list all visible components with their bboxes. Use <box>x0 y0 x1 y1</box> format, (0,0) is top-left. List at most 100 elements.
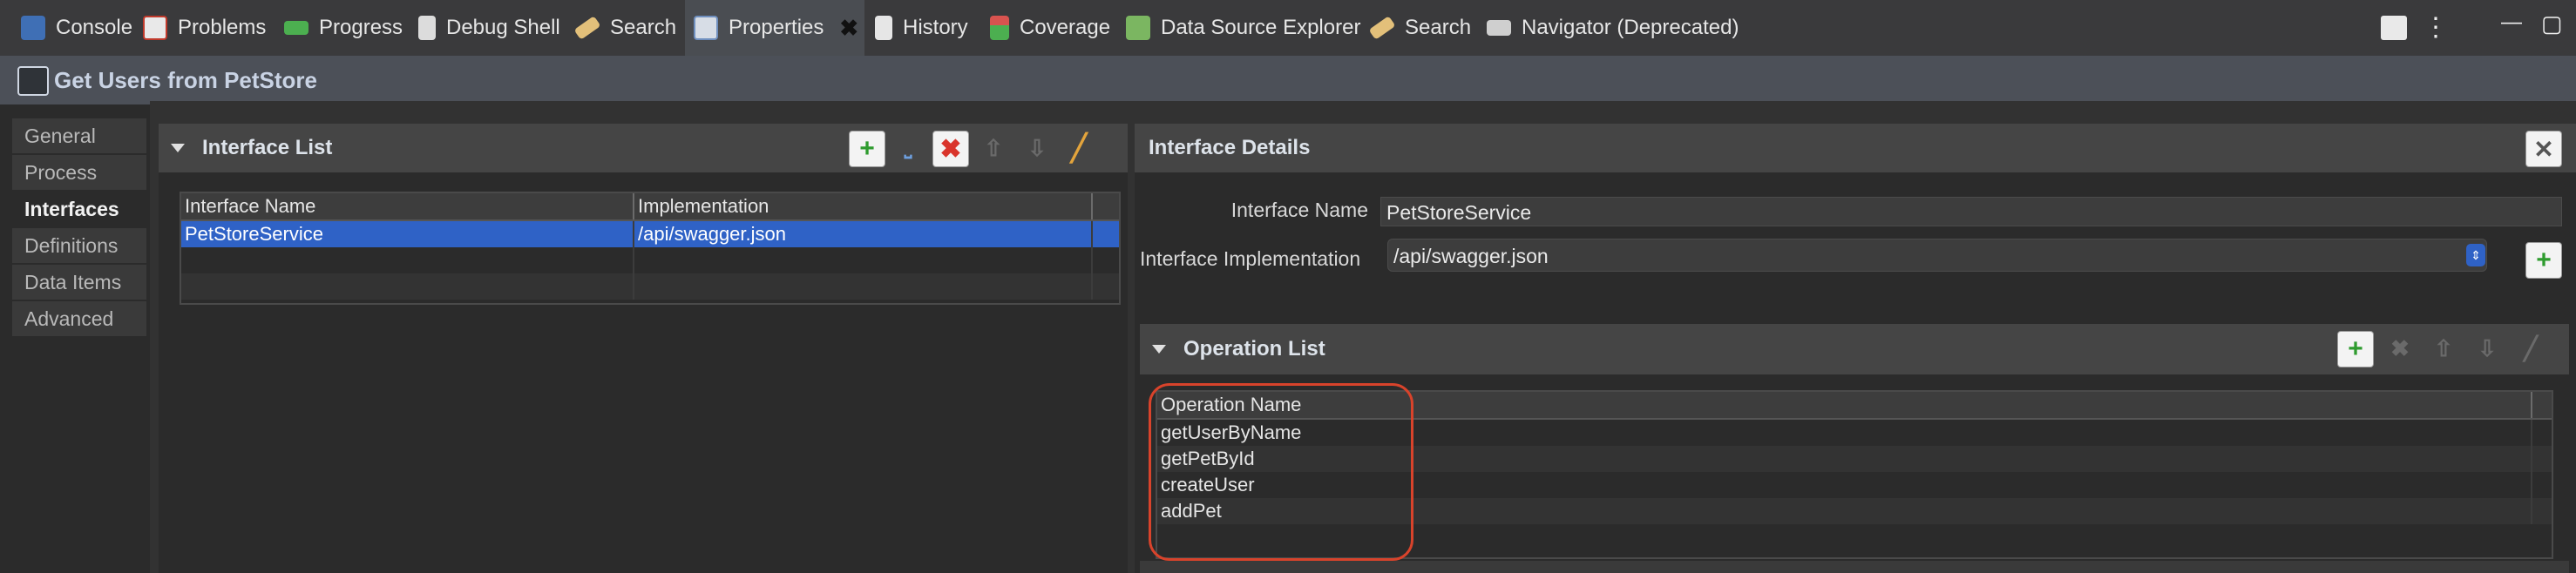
tab-label: Navigator (Deprecated) <box>1522 16 1739 39</box>
edit-button[interactable]: ╱ <box>1061 131 1096 165</box>
more-options-icon[interactable]: ⋮ <box>2423 12 2449 43</box>
rename-icon: ⎵ <box>904 137 912 158</box>
debug-shell-icon <box>418 16 436 40</box>
sidebar-item-advanced[interactable]: Advanced <box>12 301 146 338</box>
tab-search[interactable]: Search <box>573 0 677 56</box>
arrow-up-icon: ⇧ <box>984 134 1003 161</box>
tab-label: Console <box>56 16 133 39</box>
sidebar-item-definitions[interactable]: Definitions <box>12 228 146 265</box>
tab-progress[interactable]: Progress <box>284 0 403 56</box>
properties-editor-icon <box>17 66 49 96</box>
interface-name-label: Interface Name <box>1230 199 1368 221</box>
tab-problems[interactable]: Problems <box>143 0 266 56</box>
edit-button[interactable]: ╱ <box>2513 331 2548 366</box>
interface-name-field[interactable]: PetStoreService <box>1380 197 2562 226</box>
sidebar-item-data-items[interactable]: Data Items <box>12 265 146 301</box>
move-up-button[interactable]: ⇧ <box>2426 331 2461 366</box>
tab-label: Search <box>610 16 677 39</box>
tab-label: Debug Shell <box>446 16 560 39</box>
console-icon <box>21 16 45 40</box>
search-icon <box>573 16 601 40</box>
properties-sidebar: General Process Interfaces Definitions D… <box>12 118 146 338</box>
tab-console[interactable]: Console <box>21 0 132 56</box>
dropdown-chevron-icon[interactable]: ⇕ <box>2466 244 2485 266</box>
table-row-empty <box>181 247 1119 273</box>
interface-list-title: Interface List <box>202 136 333 159</box>
table-row[interactable]: PetStoreService /api/swagger.json <box>181 221 1119 247</box>
interface-table: Interface Name Implementation PetStoreSe… <box>180 192 1121 305</box>
collapse-icon[interactable] <box>171 144 185 152</box>
add-operation-button[interactable]: + <box>2337 331 2374 367</box>
tab-label: Coverage <box>1020 16 1111 39</box>
minimize-icon[interactable]: — <box>2501 10 2522 35</box>
remove-operation-button[interactable]: ✖ <box>2383 331 2417 366</box>
navigator-icon <box>1487 20 1511 36</box>
interface-name-cell: PetStoreService <box>181 221 634 247</box>
tab-coverage[interactable]: Coverage <box>990 0 1110 56</box>
tab-data-source-explorer[interactable]: Data Source Explorer <box>1126 0 1360 56</box>
table-header: Interface Name Implementation <box>181 193 1119 221</box>
operation-list-highlight <box>1149 383 1413 561</box>
column-header-interface-name[interactable]: Interface Name <box>181 193 634 219</box>
pencil-icon: ╱ <box>1070 133 1088 163</box>
close-details-button[interactable]: ✕ <box>2525 131 2562 167</box>
properties-icon <box>694 16 718 40</box>
column-header-implementation[interactable]: Implementation <box>634 193 1093 219</box>
arrow-up-icon: ⇧ <box>2434 334 2453 361</box>
close-icon[interactable]: ✖ <box>839 15 858 42</box>
move-down-button[interactable]: ⇩ <box>2470 331 2505 366</box>
sidebar-item-process[interactable]: Process <box>12 155 146 192</box>
coverage-icon <box>990 16 1009 40</box>
tab-properties[interactable]: Properties ✖ <box>685 0 864 56</box>
move-down-button[interactable]: ⇩ <box>1020 131 1054 165</box>
add-implementation-button[interactable]: + <box>2525 242 2562 279</box>
sidebar-item-interfaces[interactable]: Interfaces <box>12 192 146 228</box>
tab-history[interactable]: History <box>875 0 968 56</box>
sidebar-item-general[interactable]: General <box>12 118 146 155</box>
move-up-button[interactable]: ⇧ <box>976 131 1011 165</box>
interface-details-title: Interface Details <box>1149 136 1311 159</box>
add-interface-button[interactable]: + <box>849 131 885 167</box>
maximize-icon[interactable]: ▢ <box>2541 10 2563 37</box>
remove-interface-button[interactable]: ✖ <box>932 131 969 167</box>
view-menu-icon[interactable] <box>2381 16 2407 40</box>
horizontal-scrollbar[interactable] <box>1140 561 2569 573</box>
tab-label: Properties <box>729 16 824 39</box>
collapse-icon[interactable] <box>1152 345 1166 354</box>
plus-icon: + <box>2536 246 2552 274</box>
progress-icon <box>284 21 308 35</box>
search-icon <box>1368 16 1396 40</box>
tab-label: History <box>903 16 968 39</box>
editor-title-bar: Get Users from PetStore <box>0 56 2576 104</box>
interface-list-panel: Interface List + ⎵ ✖ ⇧ ⇩ ╱ Interface Nam… <box>159 124 1128 573</box>
tab-search-2[interactable]: Search <box>1368 0 1472 56</box>
history-icon <box>875 16 892 40</box>
interface-details-panel: Interface Details ✕ Interface Name PetSt… <box>1135 124 2576 573</box>
implementation-cell: /api/swagger.json <box>634 221 1093 247</box>
page-title: Get Users from PetStore <box>54 67 317 93</box>
data-source-explorer-icon <box>1126 16 1150 40</box>
tab-debug-shell[interactable]: Debug Shell <box>418 0 560 56</box>
properties-content: Interface List + ⎵ ✖ ⇧ ⇩ ╱ Interface Nam… <box>150 101 2576 573</box>
delete-icon: ✖ <box>2390 334 2410 361</box>
plus-icon: + <box>2348 334 2363 363</box>
problems-icon <box>143 16 167 40</box>
tab-label: Progress <box>319 16 403 39</box>
view-tab-bar: Console Problems Progress Debug Shell Se… <box>0 0 2576 57</box>
interface-details-header: Interface Details <box>1135 124 2576 172</box>
interface-implementation-select[interactable]: /api/swagger.json <box>1387 239 2487 272</box>
interface-implementation-label: Interface Implementation <box>1140 247 1361 270</box>
arrow-down-icon: ⇩ <box>2478 334 2497 361</box>
table-row-empty <box>181 273 1119 300</box>
tab-label: Problems <box>178 16 267 39</box>
tab-navigator[interactable]: Navigator (Deprecated) <box>1487 0 1739 56</box>
tab-label: Search <box>1405 16 1472 39</box>
plus-icon: + <box>859 134 875 163</box>
close-icon: ✕ <box>2533 135 2554 163</box>
operation-list-title: Operation List <box>1183 337 1325 361</box>
tab-label: Data Source Explorer <box>1161 16 1361 39</box>
arrow-down-icon: ⇩ <box>1027 134 1047 161</box>
delete-icon: ✖ <box>939 134 962 164</box>
edit-interface-button[interactable]: ⎵ <box>891 131 925 165</box>
pencil-icon: ╱ <box>2524 334 2538 361</box>
